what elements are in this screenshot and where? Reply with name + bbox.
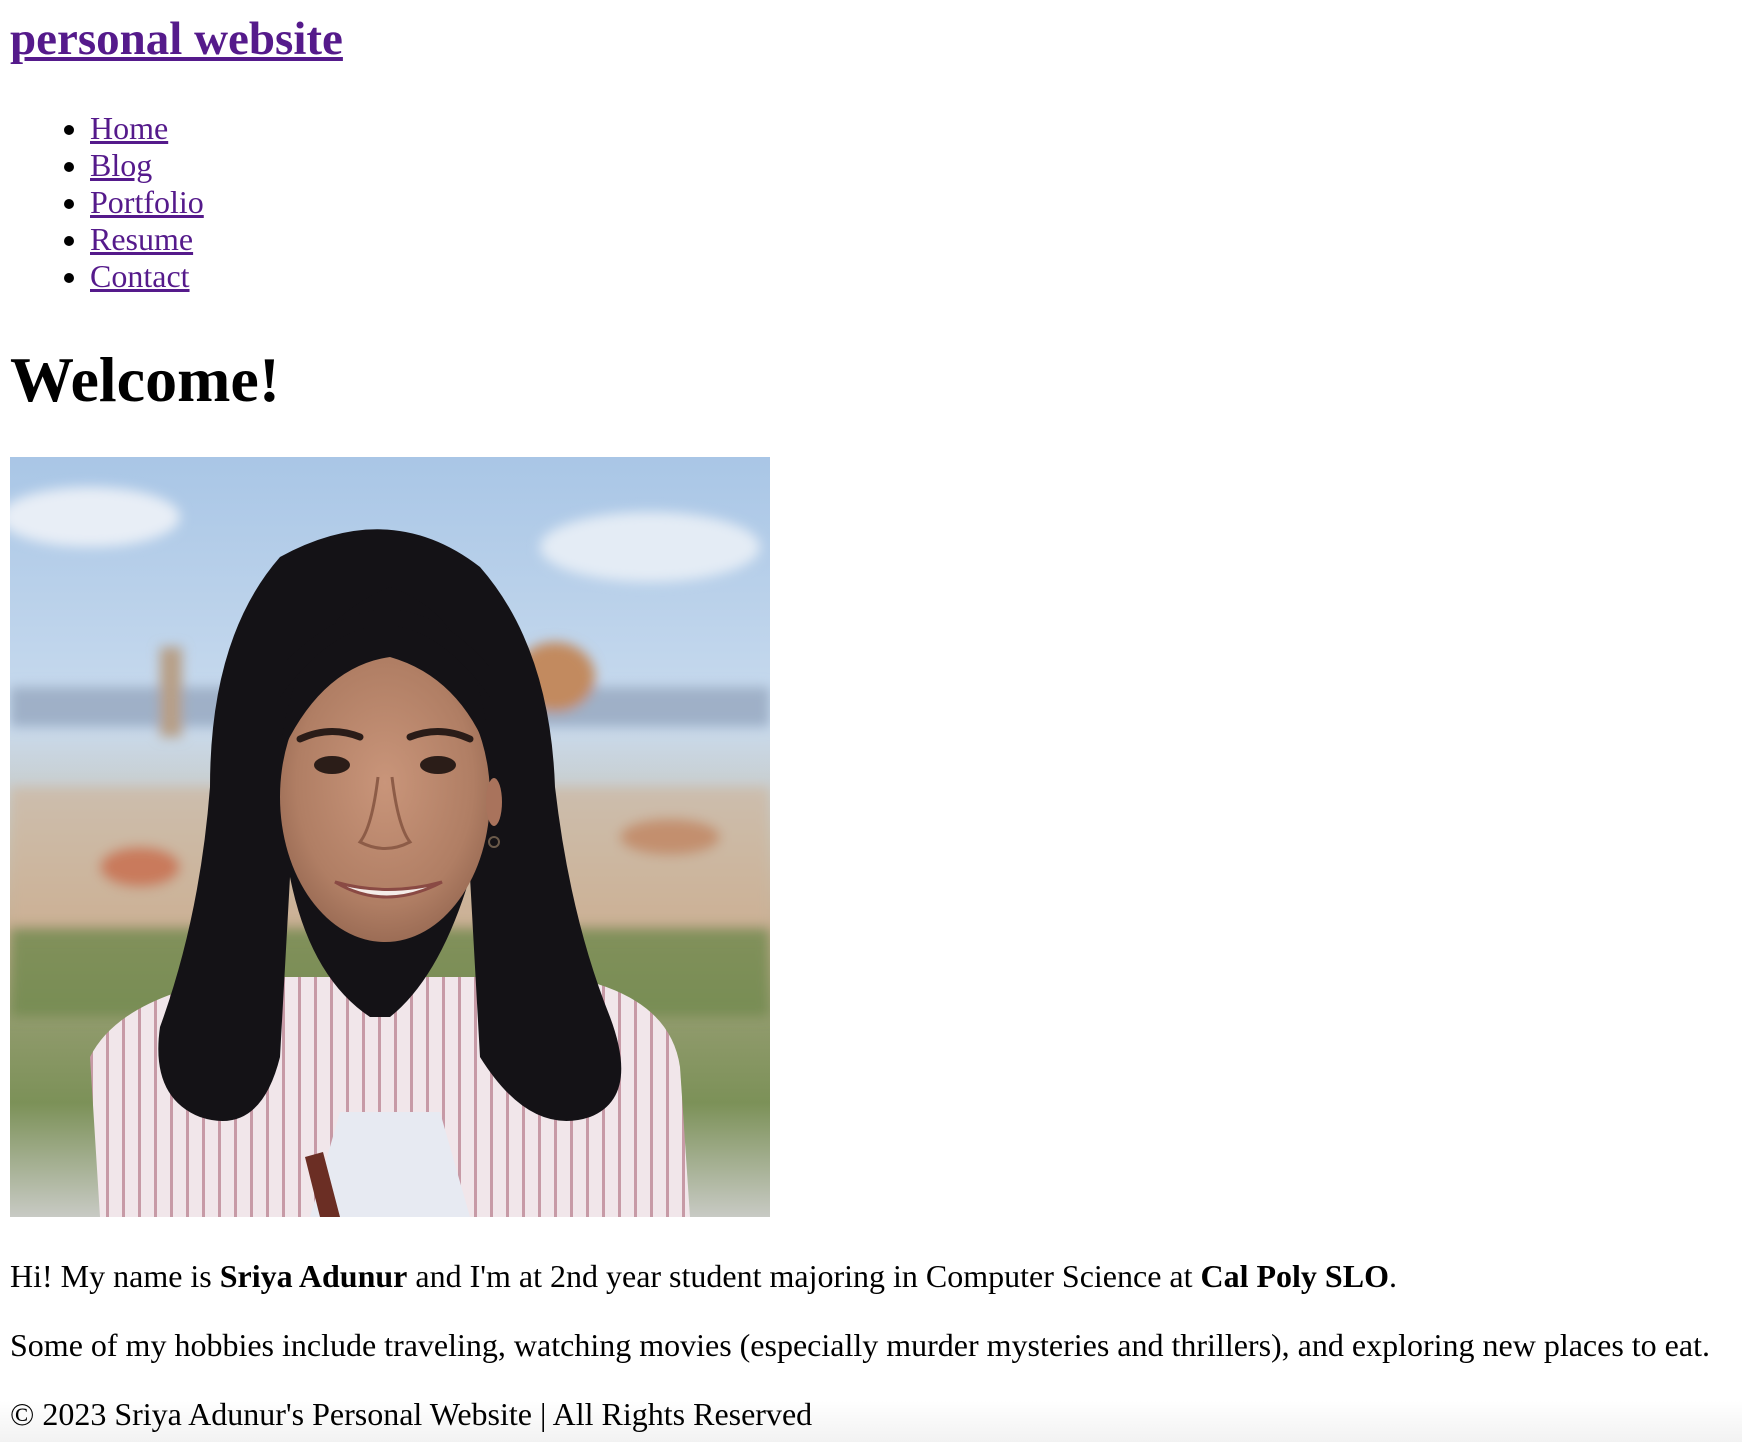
nav-item-resume: Resume [90,221,204,258]
nav-item-contact: Contact [90,258,204,295]
nav-link-home[interactable]: Home [90,110,168,146]
site-title: personal website [10,13,343,66]
author-name: Sriya Adunur [219,1258,408,1294]
nav-link-portfolio[interactable]: Portfolio [90,184,204,220]
hobbies-paragraph: Some of my hobbies include traveling, wa… [10,1327,1710,1363]
intro-text-end: . [1388,1258,1397,1294]
nav-item-portfolio: Portfolio [90,184,204,221]
site-title-link[interactable]: personal website [10,13,343,65]
nav-link-resume[interactable]: Resume [90,221,193,257]
intro-paragraph: Hi! My name is Sriya Adunur and I'm at 2… [10,1256,1397,1296]
nav-item-blog: Blog [90,147,204,184]
profile-photo [10,457,770,1217]
school-name: Cal Poly SLO [1200,1258,1389,1294]
nav-link-blog[interactable]: Blog [90,147,152,183]
nav-item-home: Home [90,110,204,147]
welcome-heading: Welcome! [10,344,281,415]
intro-text-middle: and I'm at 2nd year student majoring in … [407,1258,1201,1294]
footer-copyright: © 2023 Sriya Adunur's Personal Website |… [10,1396,813,1432]
nav-menu: Home Blog Portfolio Resume Contact [10,110,204,295]
intro-text-start: Hi! My name is [10,1258,220,1294]
nav-link-contact[interactable]: Contact [90,258,190,294]
